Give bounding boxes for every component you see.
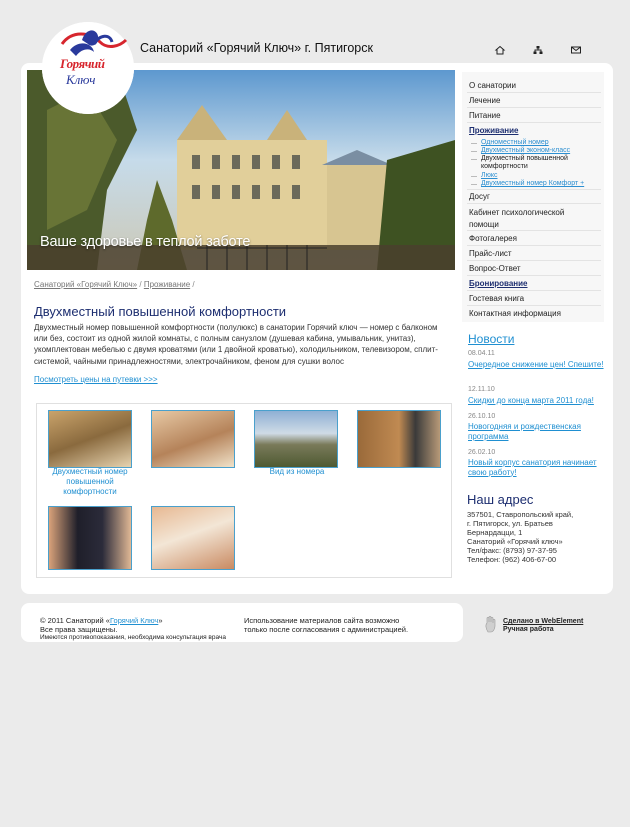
submenu-dash: [471, 159, 477, 160]
gallery-thumb-room[interactable]: [48, 410, 132, 468]
menu-item-faq[interactable]: Вопрос-Ответ: [469, 264, 521, 273]
menu-item-booking[interactable]: Бронирование: [469, 279, 528, 288]
menu-item-psychology[interactable]: Кабинет психологической помощи: [469, 207, 589, 231]
gallery-thumb-shower[interactable]: [48, 506, 132, 570]
made-by-handmade: Ручная работа: [503, 626, 554, 633]
address-heading: Наш адрес: [467, 492, 534, 507]
gallery-caption-room[interactable]: Двухместный номер повышенной комфортност…: [46, 467, 134, 497]
site-logo[interactable]: Горячий Ключ: [42, 22, 134, 114]
news-date: 12.11.10: [468, 386, 495, 393]
submenu-single[interactable]: Одноместный номер: [481, 139, 549, 147]
submenu-double-comfort-active[interactable]: Двухместный повышенной комфортности: [481, 155, 596, 171]
site-title: Санаторий «Горячий Ключ» г. Пятигорск: [140, 41, 373, 55]
menu-item-guestbook[interactable]: Гостевая книга: [469, 294, 524, 303]
banner-caption: Ваше здоровье в теплой заботе: [40, 234, 251, 250]
news-heading[interactable]: Новости: [468, 332, 514, 346]
menu-divider: [467, 122, 601, 123]
page-title: Двухместный повышенной комфортности: [34, 304, 287, 319]
address-line: Тел/факс: (8793) 97-37-95: [467, 546, 557, 555]
submenu-dash: [471, 184, 477, 185]
menu-item-gallery[interactable]: Фотогалерея: [469, 234, 517, 243]
breadcrumb-separator: /: [139, 280, 142, 289]
address-line: Бернардацци, 1: [467, 528, 523, 537]
breadcrumb-home[interactable]: Санаторий «Горячий Ключ»: [34, 280, 137, 289]
address-line: г. Пятигорск, ул. Братьев: [467, 519, 553, 528]
copyright-suffix: »: [158, 616, 163, 625]
menu-divider: [467, 275, 601, 276]
news-date: 08.04.11: [468, 350, 495, 357]
gallery-caption-view[interactable]: Вид из номера: [254, 467, 340, 477]
menu-item-pricelist[interactable]: Прайс-лист: [469, 249, 512, 258]
menu-divider: [467, 92, 601, 93]
copyright-link[interactable]: Горячий Ключ: [110, 616, 158, 625]
menu-divider: [467, 290, 601, 291]
menu-divider: [467, 230, 601, 231]
copyright-prefix: © 2011 Санаторий «: [40, 616, 110, 625]
submenu-lux[interactable]: Люкс: [481, 172, 498, 180]
sitemap-icon[interactable]: [532, 44, 544, 56]
top-icons: [494, 44, 584, 56]
logo-line2: Ключ: [66, 72, 96, 87]
footer-notice-1: Использование материалов сайта возможно: [244, 616, 400, 625]
submenu-dash: [471, 151, 477, 152]
menu-divider: [467, 107, 601, 108]
address-line: 357501, Ставропольский край,: [467, 510, 574, 519]
footer-copyright: © 2011 Санаторий «Горячий Ключ»: [40, 616, 163, 625]
logo-line1: Горячий: [60, 56, 105, 71]
menu-divider: [467, 203, 601, 204]
gallery-thumb-view[interactable]: [254, 410, 338, 468]
gallery-thumb-bed[interactable]: [151, 410, 235, 468]
news-link[interactable]: Новый корпус санатория начинает свою раб…: [468, 458, 608, 477]
menu-item-about[interactable]: О санатории: [469, 81, 516, 90]
breadcrumb-accommodation[interactable]: Проживание: [144, 280, 190, 289]
footer-warning: Имеются противопоказания, необходима кон…: [40, 634, 226, 641]
menu-divider: [467, 260, 601, 261]
home-icon[interactable]: [494, 44, 506, 56]
menu-item-accommodation[interactable]: Проживание: [469, 126, 518, 135]
price-link[interactable]: Посмотреть цены на путевки >>>: [34, 375, 158, 384]
menu-divider: [467, 305, 601, 306]
gallery-thumb-bathroom[interactable]: [151, 506, 235, 570]
menu-item-contacts[interactable]: Контактная информация: [469, 309, 561, 318]
gallery-thumb-wardrobe[interactable]: [357, 410, 441, 468]
menu-item-treatment[interactable]: Лечение: [469, 96, 500, 105]
news-link[interactable]: Очередное снижение цен! Спешите!: [468, 360, 608, 370]
address-line: Санаторий «Горячий ключ»: [467, 537, 563, 546]
breadcrumb: Санаторий «Горячий Ключ» / Проживание /: [34, 280, 195, 289]
menu-item-leisure[interactable]: Досуг: [469, 192, 490, 201]
address-line: Телефон: (962) 406-67-00: [467, 555, 557, 564]
news-date: 26.02.10: [468, 449, 496, 456]
footer-notice-2: только после согласования с администраци…: [244, 625, 409, 634]
menu-divider: [467, 245, 601, 246]
news-link[interactable]: Скидки до конца марта 2011 года!: [468, 396, 608, 406]
webelement-hand-icon: [484, 615, 498, 633]
news-date: 26.10.10: [468, 413, 496, 420]
submenu-dash: [471, 143, 477, 144]
logo-text: Горячий Ключ: [60, 56, 130, 88]
submenu-comfort-plus[interactable]: Двухместный номер Комфорт +: [481, 180, 584, 188]
breadcrumb-separator-end: /: [192, 280, 195, 289]
menu-divider: [467, 189, 601, 190]
menu-item-food[interactable]: Питание: [469, 111, 501, 120]
article-body: Двухместный номер повышенной комфортност…: [34, 323, 438, 366]
submenu-double-economy[interactable]: Двухместный эконом-класс: [481, 147, 570, 155]
news-link[interactable]: Новогодняя и рождественская программа: [468, 422, 608, 441]
mail-icon[interactable]: [570, 44, 582, 56]
submenu-dash: [471, 176, 477, 177]
